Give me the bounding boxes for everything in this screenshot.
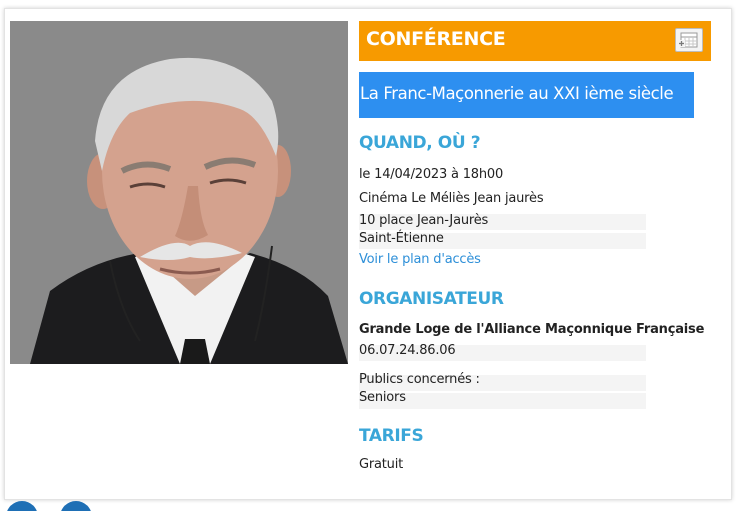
audience-value: Seniors bbox=[359, 390, 406, 405]
add-to-calendar-button[interactable] bbox=[675, 28, 703, 52]
pricing-heading: TARIFS bbox=[359, 426, 424, 446]
venue-city: Saint-Étienne bbox=[359, 231, 444, 246]
audience-label: Publics concernés : bbox=[359, 372, 480, 387]
event-title-box: La Franc-Maçonnerie au XXI ième siècle bbox=[359, 72, 694, 118]
venue-name: Cinéma Le Méliès Jean jaurès bbox=[359, 191, 544, 206]
partial-share-icons[interactable] bbox=[0, 495, 120, 511]
speaker-photo bbox=[10, 21, 348, 364]
calendar-add-icon bbox=[678, 32, 698, 48]
event-date: le 14/04/2023 à 18h00 bbox=[359, 167, 504, 182]
map-link[interactable]: Voir le plan d'accès bbox=[359, 252, 481, 267]
organizer-heading: ORGANISATEUR bbox=[359, 289, 504, 309]
event-type-label: CONFÉRENCE bbox=[366, 28, 506, 50]
event-title: La Franc-Maçonnerie au XXI ième siècle bbox=[360, 84, 674, 103]
event-type-banner: CONFÉRENCE bbox=[359, 21, 711, 61]
organizer-phone: 06.07.24.86.06 bbox=[359, 343, 456, 358]
organizer-name: Grande Loge de l'Alliance Maçonnique Fra… bbox=[359, 322, 705, 337]
venue-address: 10 place Jean-Jaurès bbox=[359, 213, 489, 228]
when-where-heading: QUAND, OÙ ? bbox=[359, 133, 481, 153]
price-value: Gratuit bbox=[359, 457, 404, 472]
